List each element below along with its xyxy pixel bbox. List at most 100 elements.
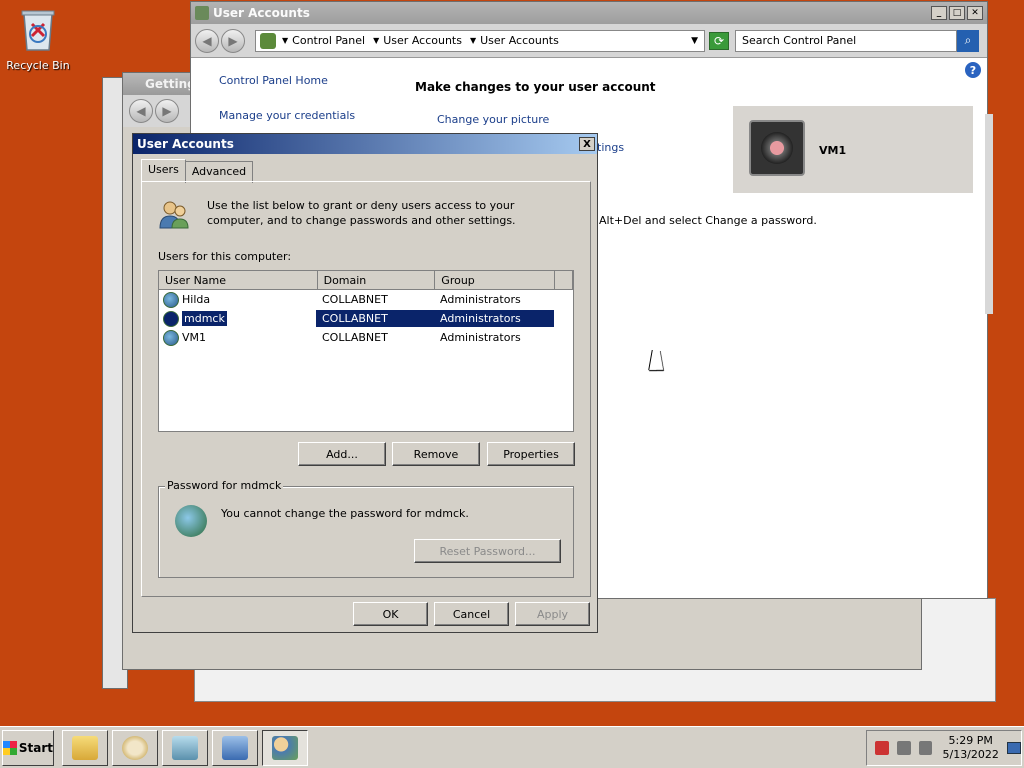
close-button[interactable]: X	[579, 137, 595, 151]
properties-button[interactable]: Properties	[487, 442, 575, 466]
search-input[interactable]: Search Control Panel	[735, 29, 957, 52]
user-icon	[163, 329, 179, 346]
start-label: Start	[18, 740, 53, 755]
breadcrumb[interactable]: ▼ Control Panel ▼ User Accounts ▼ User Acco…	[255, 29, 705, 52]
taskbar: Start 5:29 PM 5/13/2022	[0, 726, 1024, 768]
paint-icon	[122, 735, 148, 760]
dialog-titlebar[interactable]: User Accounts X	[133, 134, 597, 154]
volume-icon[interactable]	[918, 741, 933, 755]
table-row[interactable]: mdmck COLLABNET Administrators	[159, 309, 573, 328]
user-tile-name: VM1	[819, 144, 847, 157]
remove-user-button[interactable]: Remove	[392, 442, 480, 466]
help-icon[interactable]: ?	[965, 62, 981, 78]
clock-date: 5/13/2022	[942, 748, 999, 761]
clock[interactable]: 5:29 PM 5/13/2022	[942, 734, 998, 762]
users-list[interactable]: User Name Domain Group Hilda COLLABNET A…	[158, 270, 574, 432]
user-accounts-dialog[interactable]: User Accounts X Users Advanced Use the l…	[132, 133, 598, 633]
show-desktop-icon[interactable]	[1006, 742, 1021, 754]
password-hint-text: Alt+Del and select Change a password.	[599, 214, 817, 227]
control-panel-icon	[222, 735, 248, 760]
page-title: Make changes to your user account	[415, 80, 656, 94]
taskbar-user-accounts-button[interactable]	[262, 729, 308, 766]
row-domain: COLLABNET	[316, 310, 434, 327]
address-bar: ◀ ▶ ▼ Control Panel ▼ User Accounts ▼ User …	[191, 24, 987, 58]
control-panel-home-link[interactable]: Control Panel Home	[219, 74, 328, 87]
breadcrumb-item[interactable]: ▼ User Accounts	[373, 34, 462, 47]
clock-time: 5:29 PM	[948, 734, 993, 747]
intro-text: Use the list below to grant or deny user…	[207, 199, 516, 227]
recycle-bin-shortcut[interactable]: Recycle Bin	[6, 6, 70, 72]
users-icon	[159, 201, 189, 229]
row-group: Administrators	[434, 310, 554, 327]
chevron-down-icon[interactable]: ▼	[691, 36, 698, 46]
windows-logo-icon	[3, 740, 17, 755]
user-icon	[163, 310, 179, 327]
users-small-icon	[195, 6, 209, 20]
user-accounts-icon	[272, 735, 298, 760]
breadcrumb-item[interactable]: ▼ Control Panel	[282, 34, 365, 47]
users-list-label: Users for this computer:	[158, 250, 292, 263]
network-icon[interactable]	[896, 741, 911, 755]
tab-advanced[interactable]: Advanced	[184, 161, 254, 183]
taskbar-paint-button[interactable]	[112, 729, 158, 766]
column-header-username[interactable]: User Name	[159, 271, 318, 290]
forward-icon[interactable]: ▶	[155, 99, 179, 123]
add-user-button[interactable]: Add...	[298, 442, 386, 466]
tab-users[interactable]: Users	[141, 159, 186, 181]
control-panel-title: User Accounts	[213, 6, 310, 20]
reset-password-button[interactable]: Reset Password...	[414, 539, 561, 563]
user-picture-icon	[749, 120, 805, 176]
row-group: Administrators	[440, 293, 521, 306]
row-username: Hilda	[182, 293, 211, 306]
breadcrumb-item[interactable]: ▼ User Accounts	[470, 34, 559, 47]
taskbar-notepad-button[interactable]	[162, 729, 208, 766]
system-tray: 5:29 PM 5/13/2022	[866, 730, 1022, 766]
control-panel-titlebar[interactable]: User Accounts _ □ ✕	[191, 2, 987, 24]
getting-started-title: Getting	[145, 77, 196, 91]
close-button[interactable]: ✕	[967, 6, 983, 20]
cancel-button[interactable]: Cancel	[434, 602, 509, 626]
notepad-icon	[172, 735, 198, 760]
user-password-icon	[175, 505, 207, 537]
table-row[interactable]: VM1 COLLABNET Administrators	[159, 328, 573, 347]
maximize-button[interactable]: □	[949, 6, 965, 20]
dialog-title: User Accounts	[137, 137, 234, 151]
row-domain: COLLABNET	[322, 331, 388, 344]
table-row[interactable]: Hilda COLLABNET Administrators	[159, 290, 573, 309]
row-username: VM1	[182, 331, 207, 344]
start-button[interactable]: Start	[2, 729, 54, 766]
minimize-button[interactable]: _	[931, 6, 947, 20]
user-icon	[163, 291, 179, 308]
settings-link-partial[interactable]: tings	[597, 141, 624, 154]
column-header-group[interactable]: Group	[435, 271, 555, 290]
column-header-spacer	[555, 271, 573, 290]
password-groupbox: Password for mdmck You cannot change the…	[158, 479, 574, 578]
password-message: You cannot change the password for mdmck…	[221, 507, 469, 520]
back-icon[interactable]: ◀	[195, 28, 219, 53]
column-header-domain[interactable]: Domain	[317, 271, 436, 290]
close-icon: X	[583, 138, 591, 150]
explorer-icon	[72, 735, 98, 760]
apply-button[interactable]: Apply	[515, 602, 590, 626]
row-domain: COLLABNET	[322, 293, 388, 306]
users-tab-panel: Use the list below to grant or deny user…	[141, 181, 591, 597]
change-picture-link[interactable]: Change your picture	[437, 113, 549, 126]
row-username: mdmck	[181, 310, 228, 327]
taskbar-control-panel-button[interactable]	[212, 729, 258, 766]
password-group-title: Password for mdmck	[165, 479, 284, 492]
ok-button[interactable]: OK	[353, 602, 428, 626]
scrollbar[interactable]	[985, 114, 993, 314]
recycle-bin-label: Recycle Bin	[6, 59, 70, 72]
search-icon[interactable]: ⌕	[957, 29, 979, 52]
taskbar-explorer-button[interactable]	[62, 729, 108, 766]
forward-icon[interactable]: ▶	[221, 28, 245, 53]
network-warning-icon[interactable]	[875, 741, 889, 755]
manage-credentials-link[interactable]: Manage your credentials	[219, 109, 355, 122]
tab-strip: Users Advanced	[141, 159, 254, 183]
recycle-bin-icon	[21, 10, 55, 51]
user-tile: VM1	[733, 106, 973, 193]
control-panel-icon	[260, 32, 276, 49]
users-list-header: User Name Domain Group	[159, 271, 573, 290]
refresh-icon[interactable]: ⟳	[709, 31, 729, 50]
back-icon[interactable]: ◀	[129, 99, 153, 123]
